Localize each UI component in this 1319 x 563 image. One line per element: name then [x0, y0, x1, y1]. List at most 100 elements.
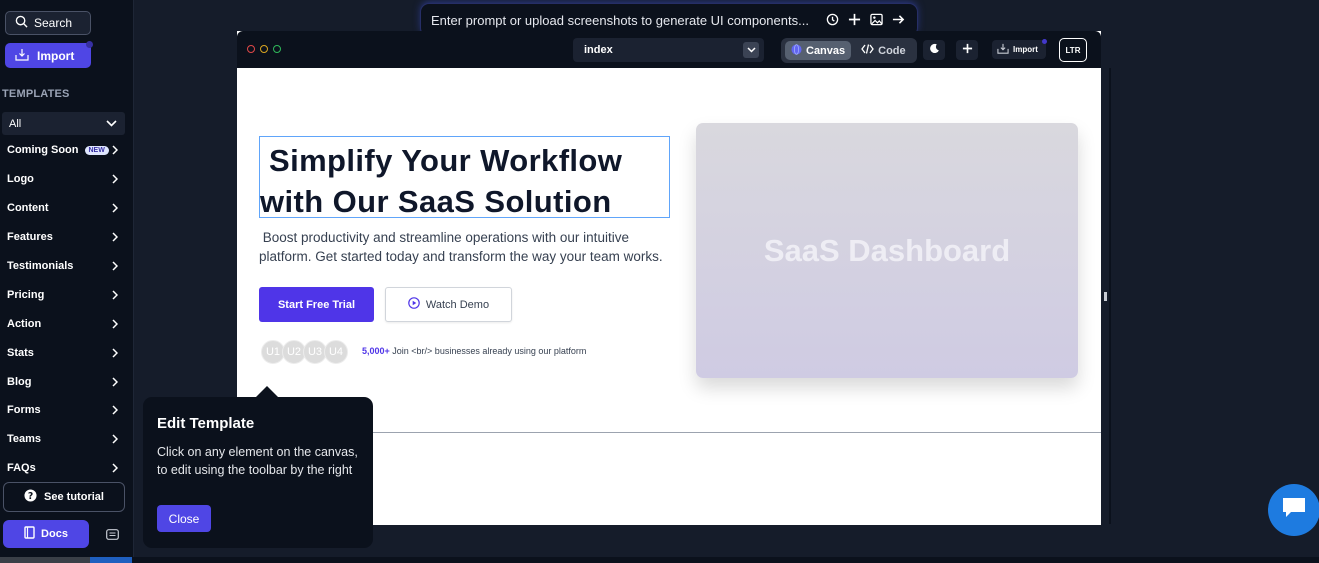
image-upload-icon[interactable] — [870, 13, 883, 29]
templates-heading: TEMPLATES — [2, 88, 70, 100]
help-icon: ? — [24, 489, 37, 505]
view-mode-toggle: Canvas Code — [781, 38, 917, 63]
window-maximize-dot[interactable] — [273, 45, 281, 53]
category-logo[interactable]: Logo — [0, 165, 130, 194]
tour-title: Edit Template — [157, 415, 255, 432]
social-proof-label: Join <br/> businesses already using our … — [389, 346, 587, 356]
canvas-mode-label: Canvas — [806, 44, 846, 57]
chevron-right-icon — [110, 232, 120, 242]
import-icon — [15, 48, 29, 64]
category-label: Content — [7, 202, 49, 215]
docs-label: Docs — [41, 528, 68, 540]
send-arrow-icon[interactable] — [892, 13, 905, 29]
add-page-button[interactable] — [956, 40, 978, 60]
template-filter-value: All — [9, 117, 22, 130]
notification-dot — [86, 41, 93, 48]
edit-template-tour: Edit Template Click on any element on th… — [143, 397, 373, 548]
category-label: Action — [7, 317, 42, 330]
editor-toolbar: index Canvas Code Import LTR — [237, 31, 1101, 68]
feedback-icon[interactable] — [103, 526, 121, 542]
see-tutorial-label: See tutorial — [44, 491, 104, 503]
docs-button[interactable]: Docs — [3, 520, 89, 548]
code-mode-label: Code — [878, 44, 906, 57]
prompt-placeholder: Enter prompt or upload screenshots to ge… — [431, 12, 809, 28]
template-filter-select[interactable]: All — [2, 112, 125, 135]
category-label: Forms — [7, 404, 41, 417]
hero-title-line-1: Simplify Your Workflow — [269, 143, 623, 178]
tour-close-button[interactable]: Close — [157, 505, 211, 532]
chevron-right-icon — [110, 348, 120, 358]
category-label: Teams — [7, 433, 42, 446]
canvas-mode-button[interactable]: Canvas — [785, 41, 852, 60]
category-teams[interactable]: Teams — [0, 425, 130, 454]
toolbar-import-label: Import — [1013, 45, 1038, 54]
hero-title-line-2: with Our SaaS Solution — [260, 184, 612, 219]
category-content[interactable]: Content — [0, 194, 130, 223]
chevron-right-icon — [110, 463, 120, 473]
hero-subtitle[interactable]: Boost productivity and streamline operat… — [259, 228, 679, 266]
resize-handle[interactable] — [1104, 292, 1107, 301]
code-mode-button[interactable]: Code — [855, 41, 912, 60]
start-free-trial-button[interactable]: Start Free Trial — [259, 287, 374, 322]
search-icon — [15, 15, 28, 31]
plus-icon[interactable] — [848, 13, 861, 29]
search-button[interactable]: Search — [5, 11, 91, 35]
taskbar-segment-active — [90, 557, 132, 563]
category-pricing[interactable]: Pricing — [0, 280, 130, 309]
category-coming-soon[interactable]: Coming Soon NEW — [0, 136, 130, 165]
chevron-right-icon — [110, 290, 120, 300]
category-stats[interactable]: Stats — [0, 338, 130, 367]
category-forms[interactable]: Forms — [0, 396, 130, 425]
category-blog[interactable]: Blog — [0, 367, 130, 396]
chevron-down-icon — [743, 42, 759, 58]
chevron-right-icon — [110, 319, 120, 329]
import-button[interactable]: Import — [5, 41, 93, 68]
tour-pointer — [256, 386, 278, 397]
page-select[interactable]: index — [573, 38, 764, 62]
page-select-value: index — [584, 44, 613, 56]
text-direction-button[interactable]: LTR — [1059, 38, 1087, 62]
category-label: Features — [7, 231, 53, 244]
category-faqs[interactable]: FAQs — [0, 454, 130, 483]
chat-button[interactable] — [1268, 484, 1319, 536]
category-label: Logo — [7, 173, 34, 186]
toolbar-import-button[interactable]: Import — [992, 39, 1047, 59]
category-label: Stats — [7, 346, 34, 359]
hero-title-selected[interactable]: Simplify Your Workflow with Our SaaS Sol… — [259, 136, 670, 219]
chevron-right-icon — [110, 145, 120, 155]
svg-text:?: ? — [28, 491, 33, 502]
book-icon — [24, 526, 35, 542]
chevron-right-icon — [110, 261, 120, 271]
avatar-group: U1 U2 U3 U4 — [261, 340, 348, 364]
avatar: U4 — [324, 340, 348, 364]
import-label: Import — [37, 48, 75, 63]
social-proof-text: 5,000+ Join <br/> businesses already usi… — [362, 346, 586, 356]
category-features[interactable]: Features — [0, 223, 130, 252]
watch-demo-button[interactable]: Watch Demo — [385, 287, 512, 322]
code-icon — [861, 44, 874, 57]
tour-body: Click on any element on the canvas, to e… — [157, 445, 358, 477]
see-tutorial-button[interactable]: ? See tutorial — [3, 482, 125, 512]
dashboard-image-placeholder[interactable]: SaaS Dashboard — [696, 123, 1078, 378]
history-icon[interactable] — [826, 13, 839, 29]
chevron-down-icon — [106, 118, 117, 130]
chevron-right-icon — [110, 434, 120, 444]
category-label: FAQs — [7, 462, 36, 475]
new-badge: NEW — [84, 145, 109, 155]
taskbar-strip — [0, 557, 1319, 563]
chevron-right-icon — [110, 174, 120, 184]
chevron-right-icon — [110, 203, 120, 213]
window-close-dot[interactable] — [247, 45, 255, 53]
taskbar-segment — [0, 557, 90, 563]
window-minimize-dot[interactable] — [260, 45, 268, 53]
sidebar: Search Import TEMPLATES All Coming Soon N… — [0, 0, 134, 563]
hero-title[interactable]: Simplify Your Workflow with Our SaaS Sol… — [260, 140, 671, 222]
chevron-right-icon — [110, 377, 120, 387]
dark-mode-toggle[interactable] — [923, 40, 945, 60]
category-action[interactable]: Action — [0, 309, 130, 338]
category-label: Blog — [7, 375, 32, 388]
window-controls — [247, 45, 281, 53]
category-testimonials[interactable]: Testimonials — [0, 252, 130, 281]
category-label: Pricing — [7, 288, 45, 301]
category-label: Testimonials — [7, 260, 74, 272]
